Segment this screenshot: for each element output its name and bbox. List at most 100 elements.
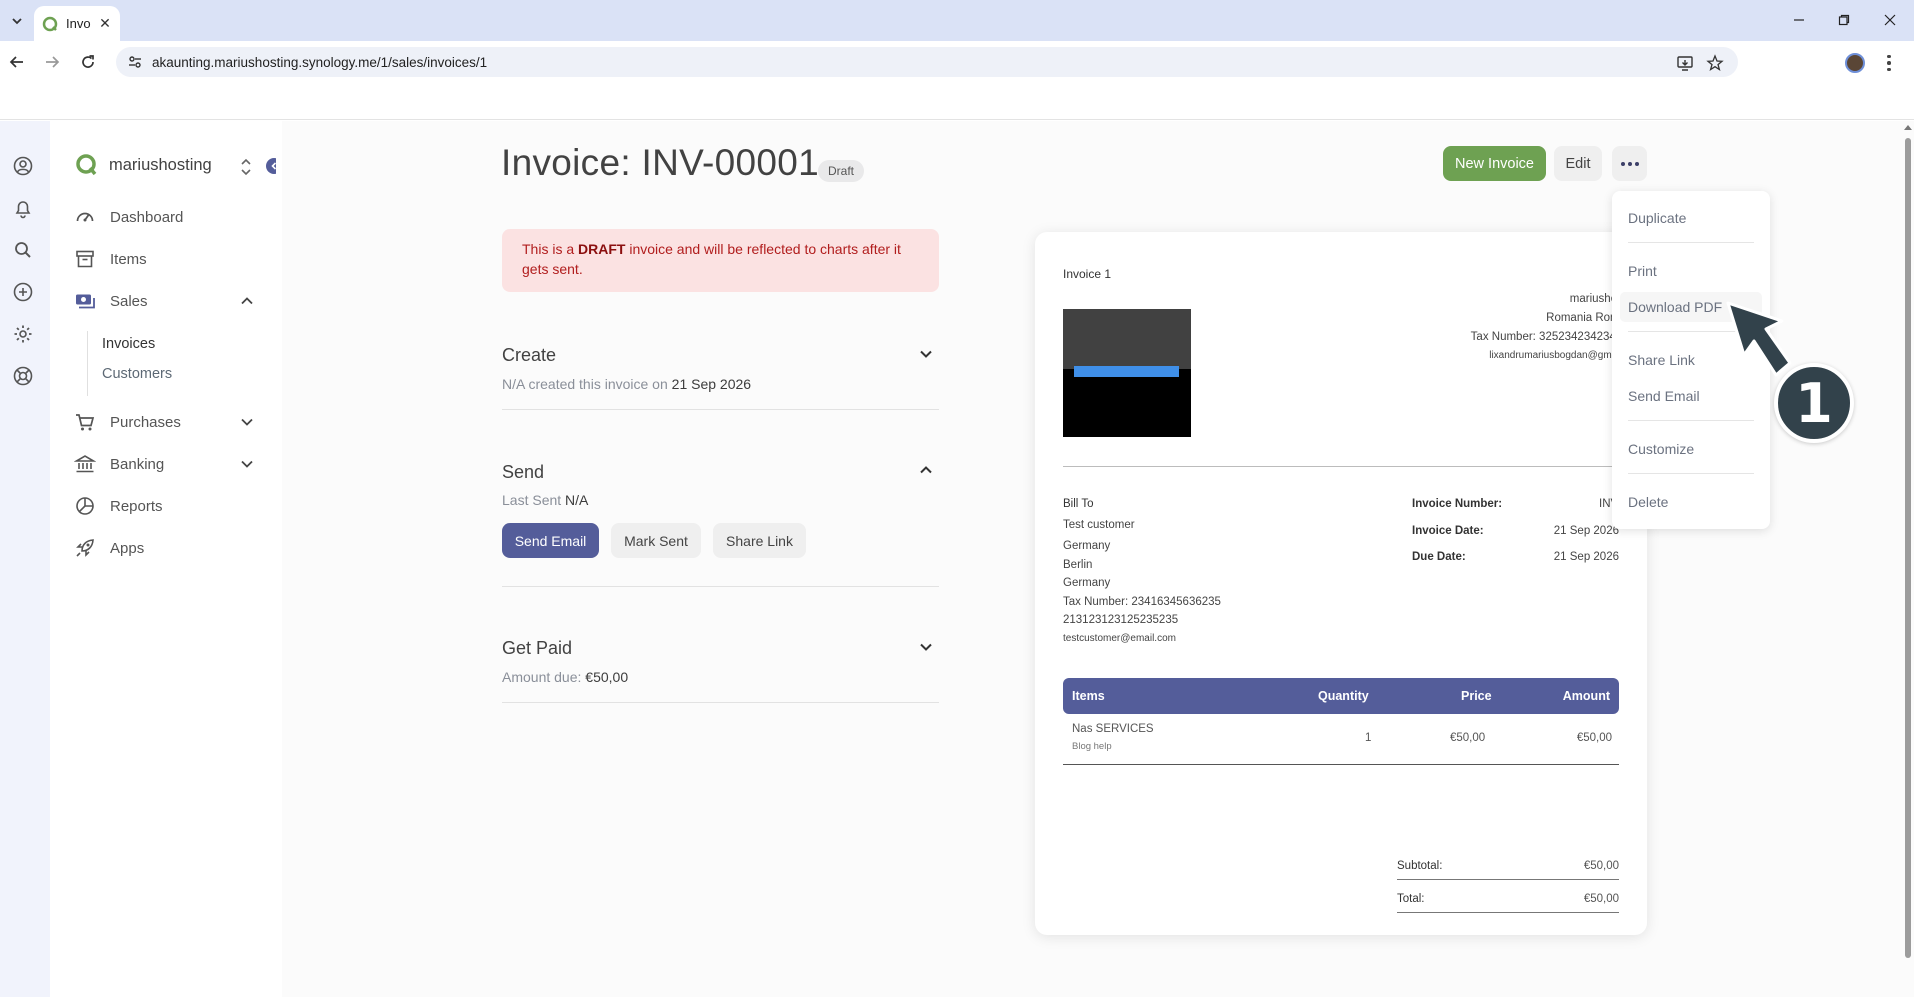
invoice-divider bbox=[1063, 466, 1619, 467]
back-arrow-icon[interactable] bbox=[4, 49, 30, 75]
sidebar-item-label: Sales bbox=[110, 292, 148, 310]
reload-icon[interactable] bbox=[75, 49, 101, 75]
help-lifebuoy-icon[interactable] bbox=[12, 365, 34, 387]
alert-text-prefix: This is a bbox=[522, 241, 579, 257]
add-new-icon[interactable] bbox=[12, 281, 34, 303]
chevron-down-icon[interactable] bbox=[918, 639, 934, 655]
sidebar-item-apps[interactable]: Apps bbox=[74, 537, 144, 559]
browser-menu-icon[interactable] bbox=[1884, 53, 1894, 73]
menu-item-print[interactable]: Print bbox=[1620, 256, 1762, 286]
chevron-down-icon[interactable] bbox=[240, 415, 254, 429]
company-switcher[interactable]: mariushosting bbox=[74, 153, 212, 177]
chevron-down-icon[interactable] bbox=[240, 457, 254, 471]
send-email-button[interactable]: Send Email bbox=[502, 523, 599, 558]
items-table-header: Items Quantity Price Amount bbox=[1063, 678, 1619, 714]
sidebar-item-label: Items bbox=[110, 250, 147, 268]
menu-item-duplicate[interactable]: Duplicate bbox=[1620, 203, 1762, 233]
sidebar-item-label: Purchases bbox=[110, 413, 181, 431]
annotation-arrow-icon bbox=[1726, 301, 1792, 377]
mark-sent-button[interactable]: Mark Sent bbox=[611, 523, 701, 558]
sidebar-item-sales[interactable]: Sales bbox=[74, 290, 148, 312]
tab-close-icon[interactable]: ✕ bbox=[96, 15, 114, 32]
company-tax-number: Tax Number: 325234234234234 bbox=[1470, 331, 1635, 343]
bookmark-star-icon[interactable] bbox=[1706, 54, 1724, 72]
profile-avatar[interactable] bbox=[1845, 53, 1865, 73]
sidebar-item-invoices[interactable]: Invoices bbox=[102, 336, 155, 352]
scroll-up-arrow-icon[interactable] bbox=[1903, 123, 1913, 131]
item-description: Blog help bbox=[1072, 741, 1112, 752]
subtotal-label: Subtotal: bbox=[1397, 860, 1443, 872]
sidebar-item-reports[interactable]: Reports bbox=[74, 495, 163, 517]
item-quantity: 1 bbox=[1365, 732, 1372, 744]
sidebar-item-label: Reports bbox=[110, 497, 163, 515]
sidebar-item-banking[interactable]: Banking bbox=[74, 453, 164, 475]
amount-due-label: Amount due: bbox=[502, 669, 586, 685]
invoice-date-label: Invoice Date: bbox=[1412, 525, 1484, 537]
user-profile-icon[interactable] bbox=[12, 155, 34, 177]
notifications-bell-icon[interactable] bbox=[12, 197, 34, 219]
step-send-title[interactable]: Send bbox=[502, 462, 544, 483]
step-divider bbox=[502, 409, 939, 410]
new-invoice-button[interactable]: New Invoice bbox=[1443, 146, 1546, 181]
share-link-button[interactable]: Share Link bbox=[713, 523, 806, 558]
page-title: Invoice: INV-00001 bbox=[501, 142, 820, 183]
akaunting-logo-icon bbox=[76, 154, 97, 176]
invoice-preview: Invoice 1 mariushostin Romania Romani Ta… bbox=[1035, 232, 1647, 935]
step-create-title[interactable]: Create bbox=[502, 345, 556, 366]
sidebar-item-purchases[interactable]: Purchases bbox=[74, 411, 181, 433]
step-create-text: N/A created this invoice on 21 Sep 2026 bbox=[502, 376, 751, 392]
chevron-down-icon[interactable] bbox=[918, 346, 934, 362]
last-sent-value: N/A bbox=[565, 492, 589, 508]
invoice-date-value: 21 Sep 2026 bbox=[1553, 525, 1619, 537]
customer-line: Germany bbox=[1063, 577, 1111, 589]
total-value: €50,00 bbox=[1583, 893, 1619, 905]
more-actions-button[interactable] bbox=[1612, 146, 1647, 181]
totals-divider bbox=[1397, 879, 1619, 880]
restore-icon[interactable] bbox=[1822, 8, 1866, 32]
bill-to-label: Bill To bbox=[1063, 498, 1094, 510]
sidebar-item-label: Dashboard bbox=[110, 208, 184, 226]
tab-search-chevron-icon[interactable] bbox=[6, 10, 28, 32]
tab-title: Invo bbox=[66, 16, 91, 31]
chevron-up-icon[interactable] bbox=[240, 294, 254, 308]
settings-gear-icon[interactable] bbox=[12, 323, 34, 345]
menu-item-send-email[interactable]: Send Email bbox=[1620, 381, 1762, 411]
sidebar-item-customers[interactable]: Customers bbox=[102, 366, 172, 382]
site-settings-icon[interactable] bbox=[120, 54, 150, 70]
totals-divider bbox=[1397, 912, 1619, 913]
step-get-paid-title[interactable]: Get Paid bbox=[502, 638, 572, 659]
edit-button[interactable]: Edit bbox=[1554, 146, 1602, 181]
minimize-icon[interactable] bbox=[1777, 8, 1821, 32]
archive-box-icon bbox=[76, 250, 94, 268]
search-icon[interactable] bbox=[12, 239, 34, 261]
sidebar-item-dashboard[interactable]: Dashboard bbox=[74, 206, 183, 228]
table-row: Nas SERVICES Blog help 1 €50,00 €50,00 bbox=[1063, 714, 1619, 765]
address-bar[interactable]: akaunting.mariushosting.synology.me/1/sa… bbox=[116, 47, 1738, 77]
company-switch-chevrons-icon[interactable] bbox=[240, 157, 252, 177]
create-text: N/A created this invoice on bbox=[502, 376, 672, 392]
browser-tab[interactable]: Invo ✕ bbox=[34, 6, 120, 41]
menu-item-customize[interactable]: Customize bbox=[1620, 434, 1762, 464]
sidebar-item-label: Banking bbox=[110, 455, 165, 473]
url-text: akaunting.mariushosting.synology.me/1/sa… bbox=[152, 54, 488, 70]
sidebar-item-items[interactable]: Items bbox=[74, 248, 147, 270]
company-name: mariushosting bbox=[109, 155, 212, 174]
create-date: 21 Sep 2026 bbox=[671, 376, 752, 392]
sidebar-item-label: Apps bbox=[110, 539, 145, 557]
cart-icon bbox=[76, 414, 95, 431]
forward-arrow-icon[interactable] bbox=[39, 49, 65, 75]
scrollbar-thumb[interactable] bbox=[1905, 138, 1911, 958]
rocket-icon bbox=[76, 539, 94, 557]
total-label: Total: bbox=[1397, 893, 1425, 905]
draft-alert: This is a DRAFT invoice and will be refl… bbox=[502, 229, 939, 292]
chevron-up-icon[interactable] bbox=[918, 462, 934, 478]
close-window-icon[interactable] bbox=[1868, 8, 1912, 32]
speedometer-icon bbox=[76, 212, 94, 222]
item-price: €50,00 bbox=[1450, 732, 1486, 744]
menu-item-delete[interactable]: Delete bbox=[1620, 487, 1762, 517]
last-sent-label: Last Sent bbox=[502, 492, 566, 508]
install-app-icon[interactable] bbox=[1676, 54, 1694, 72]
column-header: Amount bbox=[1562, 689, 1610, 703]
item-amount: €50,00 bbox=[1576, 732, 1612, 744]
browser-tab-bar: Invo ✕ bbox=[0, 0, 1914, 41]
